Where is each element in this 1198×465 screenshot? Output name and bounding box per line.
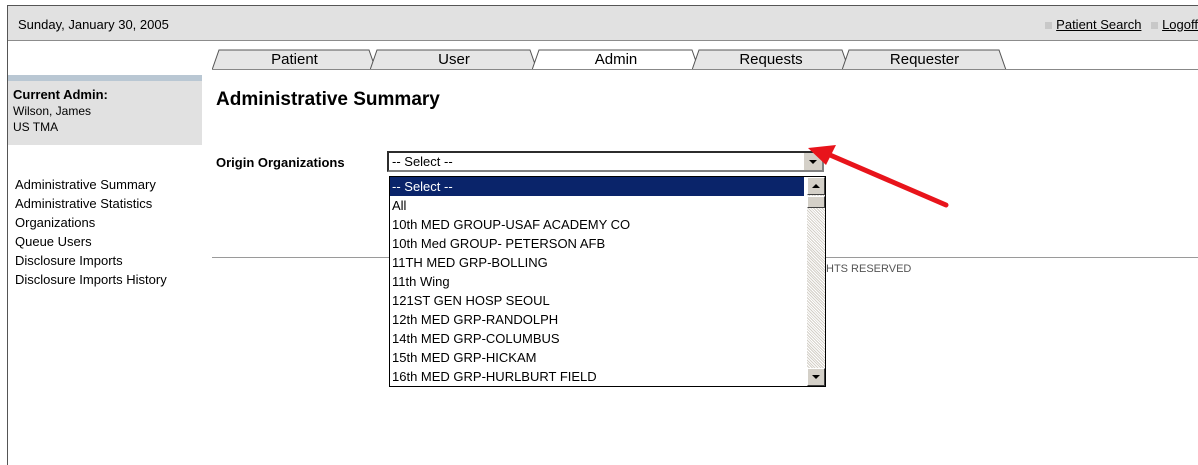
- scroll-down-button[interactable]: [807, 368, 825, 386]
- divider-line: [212, 257, 390, 258]
- tab-label: Requests: [739, 51, 803, 68]
- current-admin-org: US TMA: [13, 120, 59, 134]
- chevron-down-icon: [812, 375, 820, 379]
- divider-line: [824, 257, 1198, 258]
- dropdown-option[interactable]: 11TH MED GRP-BOLLING: [390, 253, 804, 272]
- select-value: -- Select --: [392, 154, 453, 169]
- sidebar-item-administrative-statistics[interactable]: Administrative Statistics: [15, 194, 167, 213]
- dropdown-option[interactable]: 10th MED GROUP-USAF ACADEMY CO: [390, 215, 804, 234]
- tab-label: Patient: [271, 51, 318, 68]
- top-bar: Sunday, January 30, 2005 Patient Search …: [8, 6, 1198, 41]
- dropdown-option[interactable]: -- Select --: [390, 177, 804, 196]
- dropdown-option[interactable]: 16th MED GRP-HURLBURT FIELD: [390, 367, 804, 386]
- tab-admin[interactable]: Admin: [532, 49, 700, 70]
- dropdown-option[interactable]: 14th MED GRP-COLUMBUS: [390, 329, 804, 348]
- sidebar-item-administrative-summary[interactable]: Administrative Summary: [15, 175, 167, 194]
- current-admin-name: Wilson, James: [13, 104, 92, 118]
- page-title: Administrative Summary: [216, 89, 440, 110]
- dropdown-option[interactable]: All: [390, 196, 804, 215]
- dropdown-option[interactable]: 12th MED GRP-RANDOLPH: [390, 310, 804, 329]
- sidebar-item-queue-users[interactable]: Queue Users: [15, 232, 167, 251]
- bullet-icon: [1151, 21, 1159, 29]
- origin-organizations-dropdown-list[interactable]: -- Select -- All 10th MED GROUP-USAF ACADE…: [389, 176, 826, 387]
- current-date: Sunday, January 30, 2005: [18, 17, 169, 32]
- current-admin-label: Current Admin:: [13, 87, 108, 102]
- tab-label: Admin: [594, 51, 638, 68]
- sidebar-item-disclosure-imports[interactable]: Disclosure Imports: [15, 251, 167, 270]
- tab-label: User: [438, 51, 470, 68]
- sidebar-item-disclosure-imports-history[interactable]: Disclosure Imports History: [15, 270, 167, 289]
- tab-bar: Patient User Admin Requests Requester: [212, 40, 1198, 70]
- tab-user[interactable]: User: [370, 49, 538, 70]
- tab-requests[interactable]: Requests: [692, 49, 850, 70]
- top-links: Patient Search Logoff: [1039, 17, 1198, 32]
- tab-requester[interactable]: Requester: [842, 49, 1007, 70]
- patient-search-link[interactable]: Patient Search: [1056, 17, 1141, 32]
- sidebar-nav: Administrative Summary Administrative St…: [15, 175, 167, 289]
- logoff-link[interactable]: Logoff: [1162, 17, 1198, 32]
- current-admin-panel: Current Admin: Wilson, James US TMA: [8, 81, 202, 145]
- sidebar-item-organizations[interactable]: Organizations: [15, 213, 167, 232]
- bullet-icon: [1045, 21, 1053, 29]
- origin-organizations-label: Origin Organizations: [216, 155, 345, 170]
- origin-organizations-select[interactable]: -- Select --: [387, 151, 824, 172]
- tab-divider: [212, 69, 1198, 70]
- dropdown-option[interactable]: 10th Med GROUP- PETERSON AFB: [390, 234, 804, 253]
- dropdown-option[interactable]: 15th MED GRP-HICKAM: [390, 348, 804, 367]
- tab-label: Requester: [889, 51, 960, 68]
- red-arrow-icon: [808, 145, 949, 208]
- tab-patient[interactable]: Patient: [212, 49, 377, 70]
- dropdown-option[interactable]: 11th Wing: [390, 272, 804, 291]
- dropdown-option[interactable]: 121ST GEN HOSP SEOUL: [390, 291, 804, 310]
- copyright-text: HTS RESERVED: [826, 263, 912, 275]
